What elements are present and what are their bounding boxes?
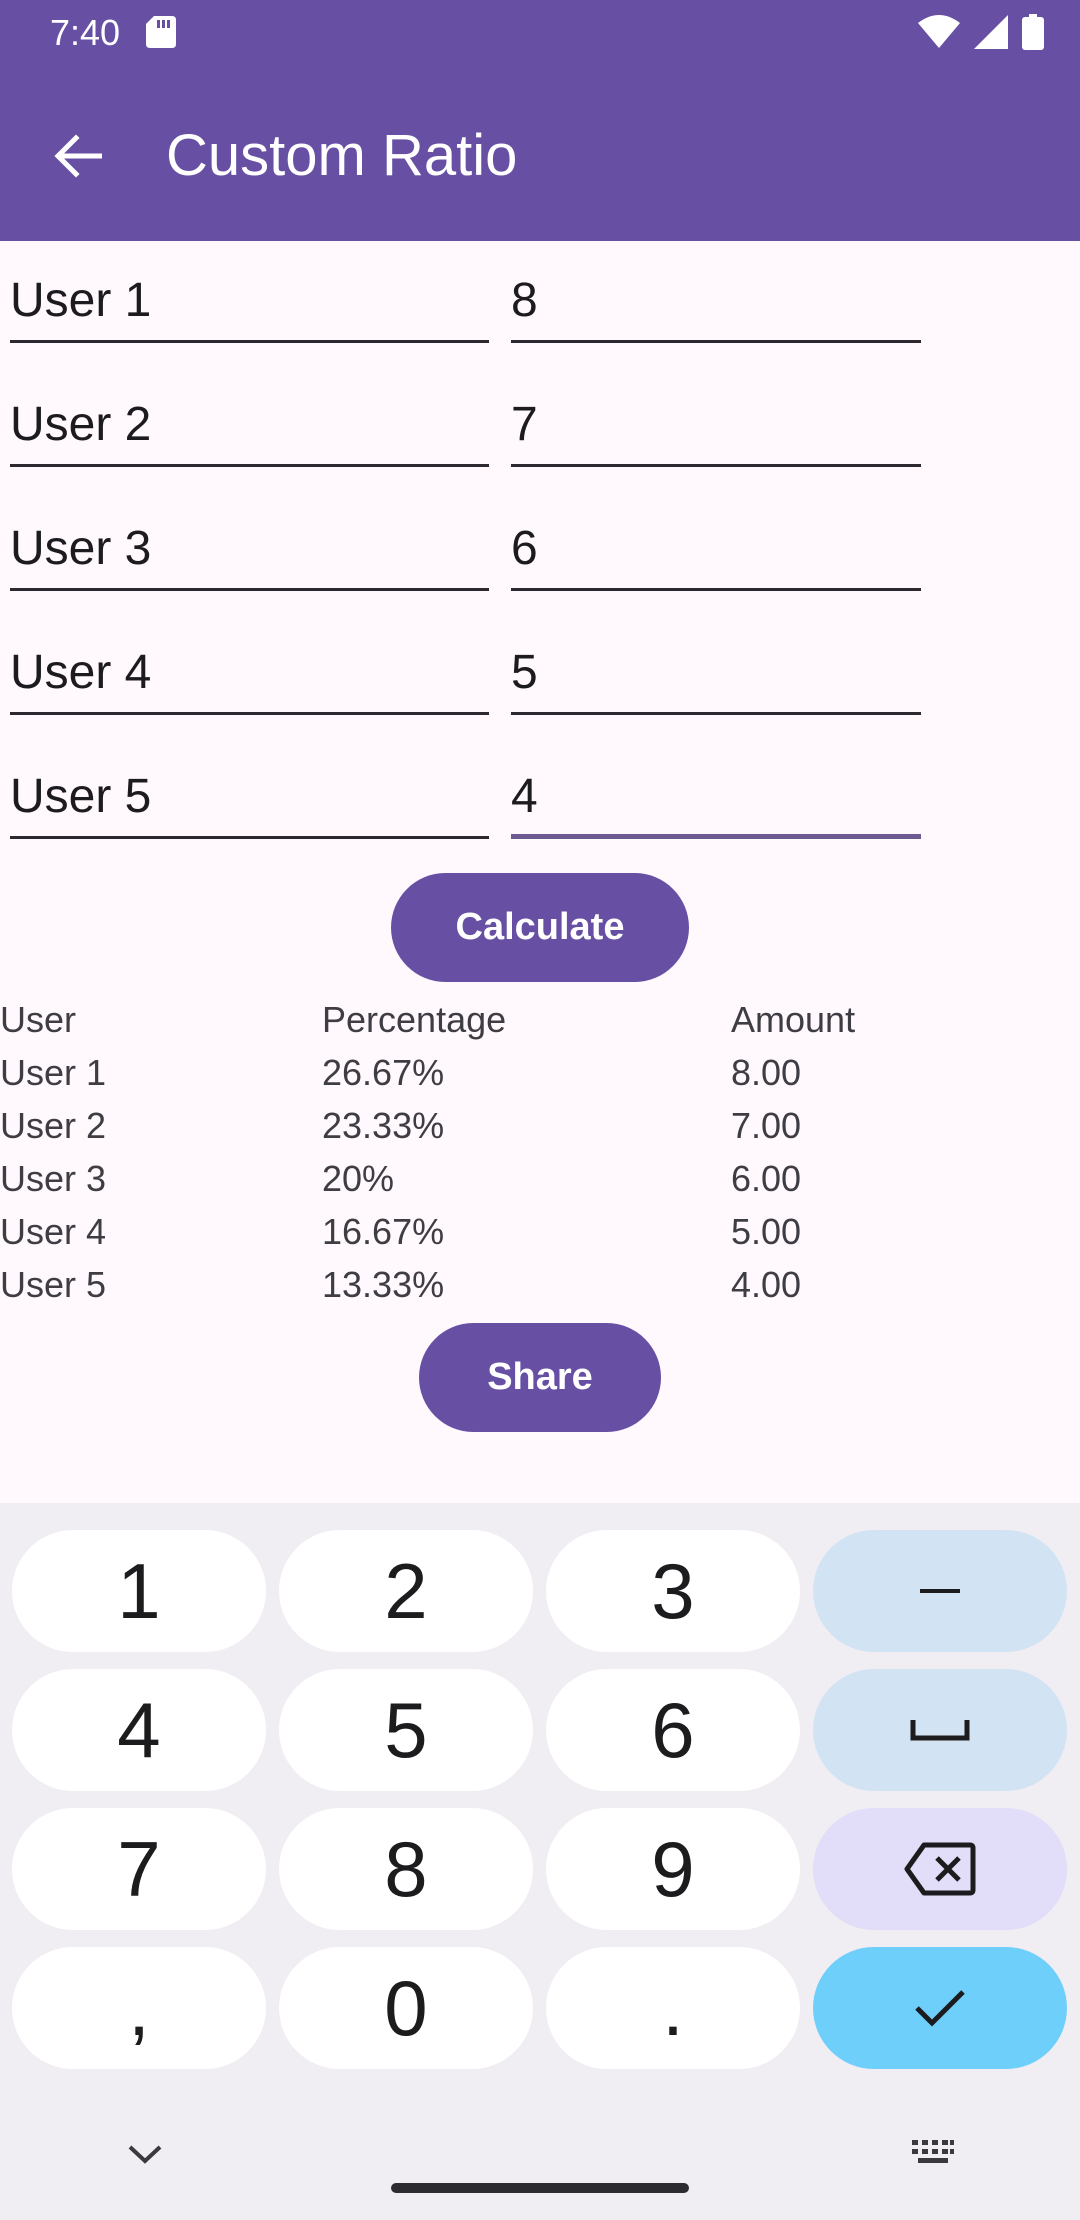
status-time: 7:40 — [50, 12, 121, 53]
key-3[interactable]: 3 — [546, 1530, 800, 1652]
key-8[interactable]: 8 — [279, 1808, 533, 1930]
check-icon — [915, 1990, 965, 2027]
key-0[interactable]: 0 — [279, 1947, 533, 2069]
table-cell: 6.00 — [731, 1158, 802, 1199]
back-button[interactable] — [38, 116, 118, 196]
table-cell: User 2 — [0, 1105, 107, 1146]
table-row: User 3 20% 6.00 — [0, 1154, 1080, 1207]
user-name-field[interactable]: User 2 — [10, 367, 489, 467]
table-cell: User 1 — [0, 1052, 107, 1093]
table-row: User 1 26.67% 8.00 — [0, 1048, 1080, 1101]
table-cell: User 5 — [0, 1264, 107, 1305]
results-table: User Percentage Amount User 1 26.67% 8.0… — [0, 995, 1080, 1313]
user-name-field[interactable]: User 5 — [10, 739, 489, 839]
cell-signal-icon — [974, 15, 1008, 49]
key-7[interactable]: 7 — [12, 1808, 266, 1930]
column-header: User — [0, 999, 77, 1040]
wifi-icon — [918, 15, 960, 48]
table-row: User 5 13.33% 4.00 — [0, 1260, 1080, 1313]
space-bar-icon — [910, 1720, 970, 1741]
input-row: User 2 7 — [0, 367, 1080, 467]
ratio-value-field[interactable]: 6 — [511, 491, 921, 591]
sd-card-icon — [146, 16, 176, 48]
backspace-icon — [904, 1842, 976, 1896]
chevron-down-icon[interactable] — [122, 2138, 168, 2168]
table-cell: User 3 — [0, 1158, 107, 1199]
table-cell: User 4 — [0, 1211, 107, 1252]
table-cell: 5.00 — [731, 1211, 802, 1252]
key-6[interactable]: 6 — [546, 1669, 800, 1791]
user-name-field[interactable]: User 4 — [10, 615, 489, 715]
key-period[interactable]: . — [546, 1947, 800, 2069]
key-2[interactable]: 2 — [279, 1530, 533, 1652]
input-row: User 5 4 — [0, 739, 1080, 839]
key-9[interactable]: 9 — [546, 1808, 800, 1930]
key-backspace[interactable] — [813, 1808, 1067, 1930]
column-header: Amount — [731, 999, 856, 1040]
table-cell: 20% — [322, 1158, 395, 1199]
table-row: User 2 23.33% 7.00 — [0, 1101, 1080, 1154]
user-name-field[interactable]: User 3 — [10, 491, 489, 591]
ratio-value-field[interactable]: 4 — [511, 739, 921, 839]
arrow-back-icon — [54, 134, 102, 178]
table-cell: 8.00 — [731, 1052, 802, 1093]
table-cell: 23.33% — [322, 1105, 445, 1146]
minus-icon — [920, 1589, 960, 1593]
key-minus[interactable] — [813, 1530, 1067, 1652]
key-5[interactable]: 5 — [279, 1669, 533, 1791]
table-header-row: User Percentage Amount — [0, 995, 1080, 1048]
keyboard-icon[interactable] — [910, 2134, 956, 2174]
app-bar: 7:40 Custom Ratio — [0, 0, 1080, 241]
input-row: User 3 6 — [0, 491, 1080, 591]
table-cell: 26.67% — [322, 1052, 445, 1093]
status-icons — [918, 14, 1044, 50]
share-button[interactable]: Share — [419, 1323, 661, 1432]
battery-icon — [1022, 14, 1044, 50]
table-cell: 13.33% — [322, 1264, 445, 1305]
input-row: User 1 8 — [0, 243, 1080, 343]
input-row: User 4 5 — [0, 615, 1080, 715]
screen: 7:40 Custom Ratio User 1 8 User 2 7 User… — [0, 0, 1080, 2220]
key-comma[interactable]: , — [12, 1947, 266, 2069]
ratio-value-field[interactable]: 7 — [511, 367, 921, 467]
user-name-field[interactable]: User 1 — [10, 243, 489, 343]
column-header: Percentage — [322, 999, 507, 1040]
calculate-button[interactable]: Calculate — [391, 873, 689, 982]
page-title: Custom Ratio — [166, 123, 518, 188]
table-row: User 4 16.67% 5.00 — [0, 1207, 1080, 1260]
key-1[interactable]: 1 — [12, 1530, 266, 1652]
key-space[interactable] — [813, 1669, 1067, 1791]
gesture-handle[interactable] — [391, 2183, 689, 2193]
ratio-value-field[interactable]: 8 — [511, 243, 921, 343]
ratio-value-field[interactable]: 5 — [511, 615, 921, 715]
key-4[interactable]: 4 — [12, 1669, 266, 1791]
table-cell: 7.00 — [731, 1105, 802, 1146]
key-enter[interactable] — [813, 1947, 1067, 2069]
table-cell: 16.67% — [322, 1211, 445, 1252]
table-cell: 4.00 — [731, 1264, 802, 1305]
